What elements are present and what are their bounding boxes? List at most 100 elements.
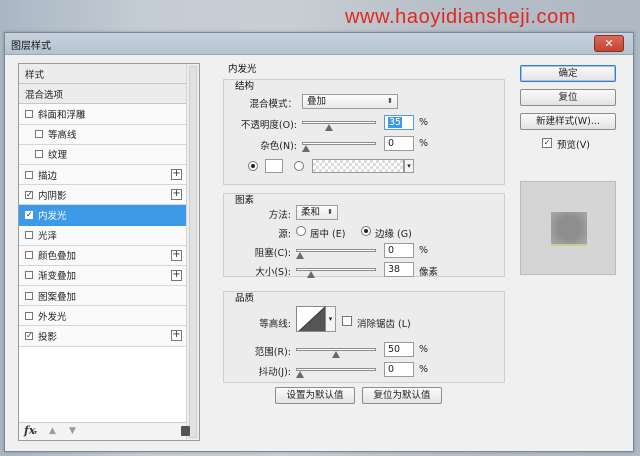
solid-color-radio[interactable]: [248, 161, 258, 171]
gradient-radio[interactable]: [294, 161, 304, 171]
size-input[interactable]: 38: [384, 262, 414, 277]
style-checkbox[interactable]: ✓: [25, 190, 33, 199]
reset-default-button[interactable]: 复位为默认值: [362, 387, 442, 404]
styles-scrollbar[interactable]: [186, 64, 199, 440]
style-item[interactable]: 颜色叠加 +: [19, 245, 186, 266]
style-item-label: 纹理: [48, 150, 68, 162]
source-label: 源:: [278, 229, 291, 240]
style-checkbox[interactable]: [25, 170, 33, 179]
gradient-dropdown-icon[interactable]: ▾: [404, 159, 414, 173]
technique-value: 柔和: [301, 207, 321, 218]
blend-mode-select[interactable]: 叠加 ⬍: [302, 94, 398, 109]
jitter-slider-knob[interactable]: [296, 371, 304, 378]
jitter-unit: %: [419, 364, 429, 375]
preview-checkbox[interactable]: ✓: [542, 138, 552, 148]
choke-slider[interactable]: [296, 249, 376, 259]
source-edge-label[interactable]: 边缘 (G): [375, 226, 412, 240]
title-bar[interactable]: 图层样式 ✕: [5, 33, 633, 55]
choke-label: 阻塞(C):: [254, 248, 291, 259]
glow-color-swatch[interactable]: [265, 159, 283, 173]
style-item-label: 斜面和浮雕: [38, 109, 86, 121]
opacity-slider-knob[interactable]: [325, 124, 334, 131]
dropdown-arrows-icon: ⬍: [387, 97, 393, 105]
reset-button[interactable]: 复位: [520, 89, 616, 106]
style-item-label: 投影: [38, 332, 58, 344]
style-checkbox[interactable]: [25, 109, 33, 118]
style-checkbox[interactable]: [25, 271, 33, 280]
antialias-label[interactable]: 消除锯齿 (L): [357, 316, 411, 330]
style-item[interactable]: 外发光: [19, 306, 186, 327]
source-center-radio[interactable]: [296, 226, 306, 236]
style-item[interactable]: 光泽: [19, 225, 186, 246]
style-item-label: 外发光: [38, 311, 67, 323]
styles-list: 样式混合选项斜面和浮雕等高线纹理描边 + ✓ 内阴影 + ✓ 内发光 光泽 颜色叠加 + 渐变叠加 +…: [19, 64, 186, 347]
add-effect-icon[interactable]: +: [171, 189, 182, 201]
style-item[interactable]: 斜面和浮雕: [19, 104, 186, 125]
style-item[interactable]: 描边 +: [19, 164, 186, 186]
close-button[interactable]: ✕: [594, 35, 624, 52]
style-checkbox[interactable]: [25, 251, 33, 260]
source-edge-radio[interactable]: [361, 226, 371, 236]
style-checkbox[interactable]: [25, 311, 33, 320]
choke-unit: %: [419, 245, 429, 256]
style-item[interactable]: ✓ 内阴影 +: [19, 185, 186, 206]
style-item[interactable]: ✓ 投影 +: [19, 326, 186, 347]
glow-gradient-preview[interactable]: [312, 159, 404, 173]
add-effect-icon[interactable]: +: [171, 249, 182, 261]
opacity-input[interactable]: 35: [384, 115, 414, 130]
styles-panel: 样式混合选项斜面和浮雕等高线纹理描边 + ✓ 内阴影 + ✓ 内发光 光泽 颜色叠加 + 渐变叠加 +…: [18, 63, 200, 441]
style-item[interactable]: 混合选项: [19, 84, 186, 105]
range-slider[interactable]: [296, 348, 376, 358]
style-item-label: 样式: [25, 69, 45, 81]
add-effect-icon[interactable]: +: [171, 168, 182, 180]
dropdown-arrows-icon: ⬍: [327, 208, 333, 216]
noise-slider[interactable]: [302, 142, 376, 152]
style-item[interactable]: 渐变叠加 +: [19, 265, 186, 287]
add-effect-icon[interactable]: +: [171, 269, 182, 281]
jitter-input[interactable]: 0: [384, 362, 414, 377]
style-checkbox[interactable]: ✓: [25, 332, 33, 341]
style-item-label: 等高线: [48, 130, 77, 142]
range-input[interactable]: 50: [384, 342, 414, 357]
watermark-text: www.haoyidiansheji.com: [345, 6, 577, 28]
elements-title: 图素: [235, 195, 255, 206]
noise-slider-knob[interactable]: [302, 145, 310, 152]
contour-curve-icon: [298, 307, 325, 331]
opacity-slider[interactable]: [302, 121, 376, 131]
noise-input[interactable]: 0: [384, 136, 414, 151]
size-slider-knob[interactable]: [306, 271, 315, 278]
antialias-checkbox[interactable]: [342, 316, 352, 326]
style-checkbox[interactable]: [35, 130, 43, 139]
size-slider[interactable]: [296, 268, 376, 278]
technique-select[interactable]: 柔和 ⬍: [296, 205, 338, 220]
style-item[interactable]: 图案叠加: [19, 286, 186, 307]
make-default-button[interactable]: 设置为默认值: [275, 387, 355, 404]
preview-label[interactable]: 预览(V): [557, 137, 590, 151]
source-center-label[interactable]: 居中 (E): [310, 226, 345, 240]
range-slider-knob[interactable]: [332, 351, 340, 358]
opacity-label: 不透明度(O):: [240, 120, 297, 131]
choke-slider-knob[interactable]: [296, 252, 304, 259]
style-checkbox[interactable]: [25, 231, 33, 240]
style-checkbox[interactable]: [25, 291, 33, 300]
choke-input[interactable]: 0: [384, 243, 414, 258]
new-style-button[interactable]: 新建样式(W)...: [520, 113, 616, 130]
style-checkbox[interactable]: [35, 150, 43, 159]
quality-group: 品质 等高线: ▾ 消除锯齿 (L) 范围(R): 50 % 抖动(J): 0 …: [223, 291, 505, 383]
opacity-unit: %: [419, 117, 429, 128]
arrow-up-icon[interactable]: ▲: [49, 426, 56, 436]
jitter-slider[interactable]: [296, 368, 376, 378]
style-item[interactable]: 纹理: [19, 144, 186, 165]
trash-icon[interactable]: [181, 426, 190, 436]
style-checkbox[interactable]: ✓: [25, 210, 33, 219]
style-item[interactable]: ✓ 内发光: [19, 205, 186, 226]
contour-picker[interactable]: [296, 306, 326, 332]
ok-button[interactable]: 确定: [520, 65, 616, 82]
arrow-down-icon[interactable]: ▼: [69, 426, 76, 436]
contour-dropdown-icon[interactable]: ▾: [326, 306, 336, 332]
scrollbar-thumb[interactable]: [189, 66, 197, 438]
style-item[interactable]: 样式: [19, 64, 186, 85]
style-item[interactable]: 等高线: [19, 124, 186, 145]
add-effect-icon[interactable]: +: [171, 330, 182, 342]
fx-caret-icon[interactable]: ▾: [34, 429, 37, 436]
